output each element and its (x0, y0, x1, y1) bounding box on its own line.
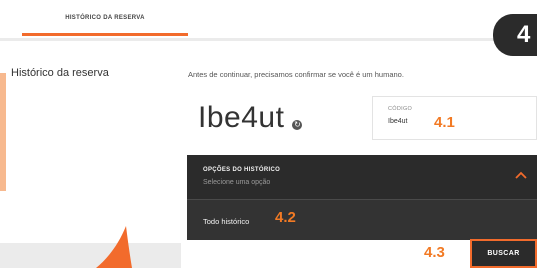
captcha-text: Ibe4ut (198, 101, 285, 134)
history-options-dropdown[interactable]: OPÇÕES DO HISTÓRICO Selecione uma opção (187, 155, 537, 199)
chevron-up-icon[interactable] (515, 171, 527, 179)
option-todo-historico[interactable]: Todo histórico 4.2 (187, 199, 537, 240)
sidebar: Histórico da reserva (0, 41, 181, 243)
tab-historico-da-reserva[interactable]: HISTÓRICO DA RESERVA (22, 0, 188, 36)
code-input[interactable]: CÓDIGO Ibe4ut 4.1 (372, 96, 537, 140)
options-title: OPÇÕES DO HISTÓRICO (203, 167, 281, 173)
step-marker-4-2: 4.2 (275, 209, 296, 226)
options-placeholder: Selecione uma opção (203, 179, 271, 186)
captcha-intro-text: Antes de continuar, precisamos confirmar… (188, 70, 404, 79)
active-tab-indicator (22, 33, 188, 36)
refresh-icon[interactable]: ↻ (292, 120, 303, 130)
search-button[interactable]: BUSCAR (470, 239, 537, 268)
orange-pointer-shape (96, 226, 132, 268)
captcha-display: Ibe4ut ↻ (198, 96, 358, 140)
code-field-label: CÓDIGO (388, 106, 413, 112)
sidebar-accent-bar (0, 73, 6, 191)
option-label: Todo histórico (203, 217, 250, 226)
step-marker-4-1: 4.1 (434, 114, 455, 131)
sidebar-title: Histórico da reserva (11, 67, 109, 79)
code-field-value: Ibe4ut (388, 118, 408, 125)
step-marker-4-3: 4.3 (424, 244, 445, 261)
step-badge: 4 (493, 14, 537, 56)
top-tab-bar: HISTÓRICO DA RESERVA (0, 0, 537, 38)
